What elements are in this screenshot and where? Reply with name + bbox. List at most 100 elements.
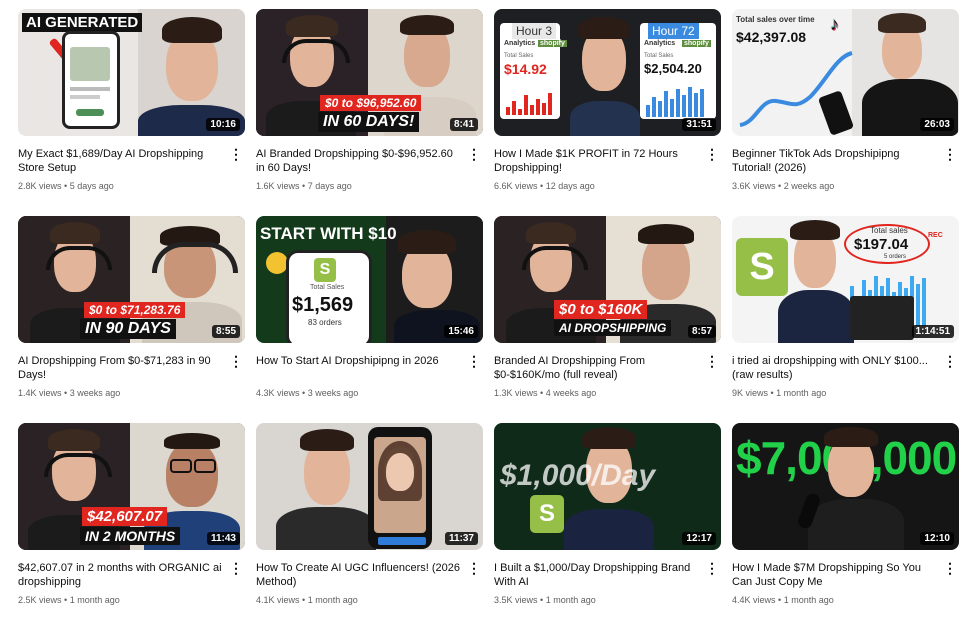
video-thumbnail[interactable]: $42,607.07 IN 2 MONTHS 11:43 — [18, 423, 245, 550]
stat-separator: • — [537, 595, 546, 605]
video-title[interactable]: How I Made $7M Dropshipping So You Can J… — [732, 561, 937, 589]
video-title[interactable]: AI Dropshipping From $0-$71,283 in 90 Da… — [18, 354, 223, 382]
video-duration: 8:55 — [211, 325, 240, 338]
more-options-icon[interactable]: ⋮ — [467, 354, 481, 370]
view-count: 2.8K views — [18, 181, 62, 191]
video-thumbnail[interactable]: START WITH $10 S Total Sales $1,569 83 o… — [256, 216, 483, 343]
video-thumbnail[interactable]: $7,000,000 12:10 — [732, 423, 959, 550]
more-options-icon[interactable]: ⋮ — [705, 561, 719, 577]
thumbnail-overlay-text: IN 90 DAYS — [80, 319, 176, 339]
video-title[interactable]: How I Made $1K PROFIT in 72 Hours Dropsh… — [494, 147, 699, 175]
video-card[interactable]: $1,000/Day S 12:17 I Built a $1,000/Day … — [494, 423, 721, 630]
more-options-icon[interactable]: ⋮ — [229, 147, 243, 163]
video-stats: 3.5K views • 1 month ago — [494, 595, 699, 605]
upload-age: 1 month ago — [307, 595, 358, 605]
hour-label: Hour 72 — [648, 23, 699, 39]
video-meta: Beginner TikTok Ads Dropshipipng Tutoria… — [732, 147, 959, 191]
video-thumbnail[interactable]: $1,000/Day S 12:17 — [494, 423, 721, 550]
video-title[interactable]: How To Start AI Dropshipipng in 2026 — [256, 354, 461, 382]
video-title[interactable]: $42,607.07 in 2 months with ORGANIC ai d… — [18, 561, 223, 589]
video-duration: 11:43 — [206, 532, 240, 545]
video-card[interactable]: Total sales over time $42,397.08 ♪ 26:03… — [732, 9, 959, 216]
upload-age: 3 weeks ago — [69, 388, 121, 398]
stat-separator: • — [61, 181, 70, 191]
video-thumbnail[interactable]: $0 to $71,283.76 IN 90 DAYS 8:55 — [18, 216, 245, 343]
video-stats: 9K views • 1 month ago — [732, 388, 937, 398]
video-card[interactable]: $0 to $160K AI DROPSHIPPING 8:57 Branded… — [494, 216, 721, 423]
video-duration: 12:17 — [682, 532, 716, 545]
view-count: 9K views — [732, 388, 769, 398]
upload-age: 7 days ago — [307, 181, 352, 191]
view-count: 6.6K views — [494, 181, 538, 191]
video-duration: 11:37 — [444, 532, 478, 545]
stat-separator: • — [768, 388, 777, 398]
video-card[interactable]: $42,607.07 IN 2 MONTHS 11:43 $42,607.07 … — [18, 423, 245, 630]
video-thumbnail[interactable]: 11:37 — [256, 423, 483, 550]
stat-separator: • — [299, 181, 308, 191]
view-count: 4.3K views — [256, 388, 300, 398]
video-card[interactable]: $0 to $96,952.60 IN 60 DAYS! 8:41 AI Bra… — [256, 9, 483, 216]
view-count: 1.3K views — [494, 388, 538, 398]
thumbnail-overlay-text: START WITH $10 — [260, 224, 397, 243]
video-thumbnail[interactable]: AI GENERATED 10:16 — [18, 9, 245, 136]
more-options-icon[interactable]: ⋮ — [943, 147, 957, 163]
sales-value: $42,397.08 — [736, 29, 807, 45]
shopify-logo: shopify — [538, 40, 567, 47]
stat-separator: • — [299, 388, 308, 398]
video-duration: 31:51 — [682, 118, 716, 131]
video-thumbnail[interactable]: $0 to $160K AI DROPSHIPPING 8:57 — [494, 216, 721, 343]
video-thumbnail[interactable]: Total sales over time $42,397.08 ♪ 26:03 — [732, 9, 959, 136]
video-title[interactable]: I Built a $1,000/Day Dropshipping Brand … — [494, 561, 699, 589]
video-title[interactable]: Beginner TikTok Ads Dropshipipng Tutoria… — [732, 147, 937, 175]
stat-separator: • — [775, 595, 784, 605]
thumbnail-overlay-text: AI DROPSHIPPING — [554, 320, 672, 336]
total-sales-label: Total Sales — [644, 53, 674, 59]
video-title[interactable]: AI Branded Dropshipping $0-$96,952.60 in… — [256, 147, 461, 175]
video-meta: AI Dropshipping From $0-$71,283 in 90 Da… — [18, 354, 245, 398]
video-card[interactable]: AI GENERATED 10:16 My Exact $1,689/Day A… — [18, 9, 245, 216]
video-thumbnail[interactable]: Hour 3 Analytics shopify Total Sales $14… — [494, 9, 721, 136]
shopify-logo: shopify — [682, 40, 711, 47]
more-options-icon[interactable]: ⋮ — [229, 354, 243, 370]
order-count: 83 orders — [308, 318, 342, 327]
sales-value: $2,504.20 — [644, 61, 702, 76]
video-title[interactable]: i tried ai dropshipping with ONLY $100..… — [732, 354, 937, 382]
view-count: 3.6K views — [732, 181, 776, 191]
video-title[interactable]: How To Create AI UGC Influencers! (2026 … — [256, 561, 461, 589]
video-duration: 12:10 — [920, 532, 954, 545]
more-options-icon[interactable]: ⋮ — [943, 354, 957, 370]
video-meta: How To Start AI Dropshipipng in 2026 4.3… — [256, 354, 483, 398]
video-title[interactable]: My Exact $1,689/Day AI Dropshipping Stor… — [18, 147, 223, 175]
thumbnail-overlay-text: AI GENERATED — [22, 13, 143, 32]
video-thumbnail[interactable]: S REC Total sales $197.04 5 orders 1:14:… — [732, 216, 959, 343]
video-duration: 15:46 — [444, 325, 478, 338]
video-meta: How I Made $7M Dropshipping So You Can J… — [732, 561, 959, 605]
more-options-icon[interactable]: ⋮ — [705, 147, 719, 163]
video-title[interactable]: Branded AI Dropshipping From $0-$160K/mo… — [494, 354, 699, 382]
video-card[interactable]: $0 to $71,283.76 IN 90 DAYS 8:55 AI Drop… — [18, 216, 245, 423]
video-thumbnail[interactable]: $0 to $96,952.60 IN 60 DAYS! 8:41 — [256, 9, 483, 136]
video-card[interactable]: START WITH $10 S Total Sales $1,569 83 o… — [256, 216, 483, 423]
video-card[interactable]: 11:37 How To Create AI UGC Influencers! … — [256, 423, 483, 630]
more-options-icon[interactable]: ⋮ — [943, 561, 957, 577]
thumbnail-overlay-text: $0 to $71,283.76 — [84, 302, 186, 318]
more-options-icon[interactable]: ⋮ — [705, 354, 719, 370]
video-card[interactable]: $7,000,000 12:10 How I Made $7M Dropship… — [732, 423, 959, 630]
upload-age: 5 days ago — [69, 181, 114, 191]
upload-age: 1 month ago — [69, 595, 120, 605]
thumbnail-overlay-text: $1,000/Day — [500, 459, 656, 492]
thumbnail-overlay-text: IN 60 DAYS! — [318, 112, 420, 132]
video-card[interactable]: S REC Total sales $197.04 5 orders 1:14:… — [732, 216, 959, 423]
sales-bars — [506, 89, 552, 115]
more-options-icon[interactable]: ⋮ — [229, 561, 243, 577]
shopify-bag-icon: S — [530, 495, 564, 533]
more-options-icon[interactable]: ⋮ — [467, 147, 481, 163]
shopify-bag-icon: S — [314, 258, 336, 282]
stat-separator: • — [537, 388, 546, 398]
video-stats: 1.6K views • 7 days ago — [256, 181, 461, 191]
video-card[interactable]: Hour 3 Analytics shopify Total Sales $14… — [494, 9, 721, 216]
stat-separator: • — [61, 595, 70, 605]
video-meta: AI Branded Dropshipping $0-$96,952.60 in… — [256, 147, 483, 191]
video-stats: 4.3K views • 3 weeks ago — [256, 388, 461, 398]
more-options-icon[interactable]: ⋮ — [467, 561, 481, 577]
